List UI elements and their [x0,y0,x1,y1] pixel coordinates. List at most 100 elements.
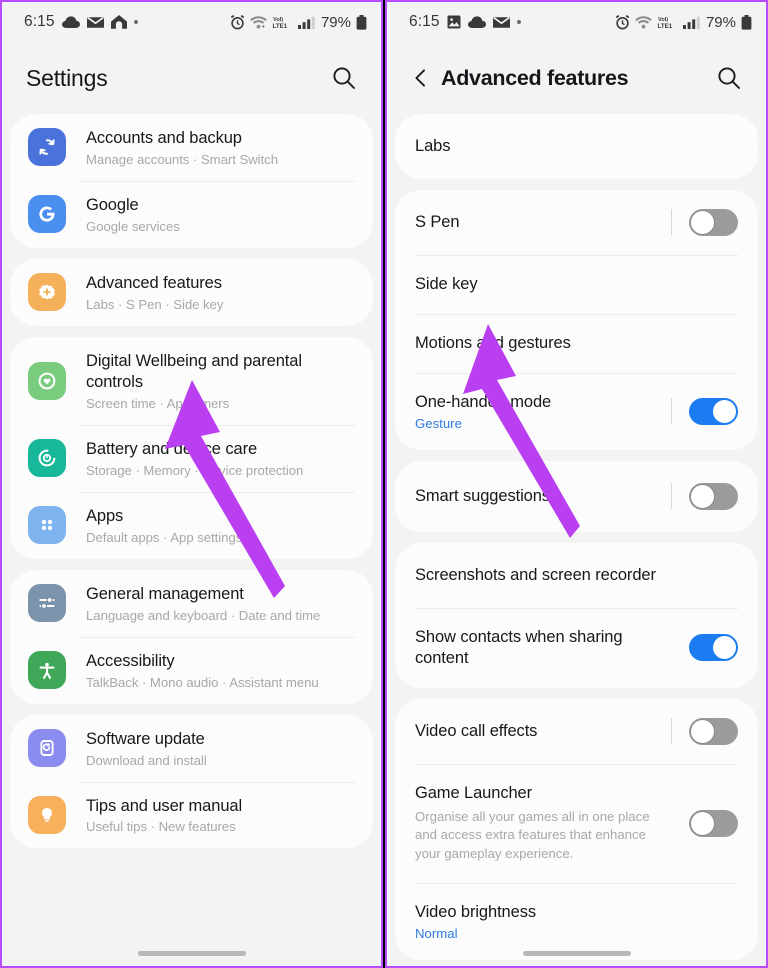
chevron-left-icon[interactable] [401,58,441,98]
search-icon[interactable] [325,59,363,97]
feature-row-show-contacts-when-sharing-content[interactable]: Show contacts when sharing content [395,607,758,688]
row-texts: One-handed mode Gesture [415,392,659,431]
row-texts: Advanced features Labs · S Pen · Side ke… [86,273,355,312]
feature-row-screenshots-and-screen-recorder[interactable]: Screenshots and screen recorder [395,543,758,608]
row-texts: Software update Download and install [86,729,355,768]
settings-group: Software update Download and install Tip… [10,714,373,849]
settings-row-software-update[interactable]: Software update Download and install [10,715,373,782]
battery-icon [356,14,367,30]
dot-icon [516,20,521,24]
toggle-wrap [689,809,738,837]
toggle-video-call-effects[interactable] [689,717,738,745]
row-texts: Labs [415,136,738,157]
feature-group: Smart suggestions [395,460,758,532]
settings-row-digital-wellbeing[interactable]: Digital Wellbeing and parental controls … [10,337,373,425]
toggle-knob [712,635,737,661]
row-description: Organise all your games all in one place… [415,808,650,862]
status-bar-left-group: 6:15 [24,13,138,31]
row-title: Smart suggestions [415,486,550,505]
row-texts: Accounts and backup Manage accounts · Sm… [86,128,355,167]
accessibility-icon [28,651,66,690]
feature-row-s-pen[interactable]: S Pen [395,190,758,255]
toggle-knob [690,718,715,744]
svg-text:LTE1: LTE1 [272,23,287,30]
row-subtitle: TalkBack · Mono audio · Assistant menu [86,674,319,690]
toggle-divider [671,483,672,510]
feature-row-one-handed-mode[interactable]: One-handed mode Gesture [395,372,758,450]
battery-percent: 79% [705,13,736,31]
settings-row-battery-and-device-care[interactable]: Battery and device care Storage · Memory… [10,424,373,492]
feature-row-video-call-effects[interactable]: Video call effects [395,699,758,764]
settings-row-advanced-features[interactable]: Advanced features Labs · S Pen · Side ke… [10,259,373,326]
row-title: S Pen [415,212,460,231]
feature-group: S Pen Side key Motions and gestures One-… [395,189,758,450]
mail-icon [86,16,104,29]
toggle-one-handed-mode[interactable] [689,397,738,425]
signal-bars-icon [682,16,700,29]
wifi-icon: + [250,15,267,29]
row-texts: Show contacts when sharing content [415,627,677,669]
row-subtitle: Normal [415,925,458,941]
settings-group: Advanced features Labs · S Pen · Side ke… [10,258,373,326]
mail-icon [492,16,510,29]
feature-row-smart-suggestions[interactable]: Smart suggestions [395,461,758,532]
row-title: Screenshots and screen recorder [415,565,656,584]
row-title: One-handed mode [415,392,552,411]
row-title: Game Launcher [415,783,533,802]
settings-row-accounts-and-backup[interactable]: Accounts and backup Manage accounts · Sm… [10,114,373,181]
software-update-icon [28,729,66,768]
battery-percent: 79% [320,13,351,31]
row-texts: General management Language and keyboard… [86,584,355,623]
sliders-icon [28,584,66,623]
google-g-icon [28,195,66,234]
home-indicator[interactable] [387,951,766,956]
volte-icon: VoI) LTE1 [272,15,293,30]
feature-row-motions-and-gestures[interactable]: Motions and gestures [395,313,758,373]
toggle-smart-suggestions[interactable] [689,482,738,510]
home-indicator[interactable] [2,951,381,956]
cloud-icon [467,15,486,29]
toggle-game-launcher[interactable] [689,809,738,837]
row-subtitle: Google services [86,218,180,234]
status-bar-left-group: 6:15 [409,13,521,31]
status-bar-right: 6:15 VoI) LTE1 79% [387,2,766,42]
feature-row-video-brightness[interactable]: Video brightness Normal [395,882,758,960]
feature-row-side-key[interactable]: Side key [395,254,758,314]
row-subtitle: Default apps · App settings [86,529,243,545]
feature-row-labs[interactable]: Labs [395,114,758,179]
search-icon[interactable] [710,59,748,97]
alarm-icon [615,14,630,30]
row-title: Motions and gestures [415,333,571,352]
row-texts: Game Launcher Organise all your games al… [415,783,677,864]
wifi-icon [635,15,652,29]
toggle-knob [712,398,737,424]
right-header: Advanced features [387,42,766,114]
settings-row-google[interactable]: Google Google services [10,180,373,248]
row-title: Video brightness [415,902,537,921]
volte-icon: VoI) LTE1 [657,15,678,30]
row-title: Google [86,195,139,214]
row-title: Apps [86,506,124,525]
advanced-features-list[interactable]: Labs S Pen Side key Motions and gestures… [387,114,766,966]
row-texts: Video call effects [415,721,659,742]
toggle-s-pen[interactable] [689,208,738,236]
feature-row-game-launcher[interactable]: Game Launcher Organise all your games al… [395,763,758,883]
row-texts: Google Google services [86,195,355,234]
settings-row-apps[interactable]: Apps Default apps · App settings [10,491,373,559]
settings-group: Accounts and backup Manage accounts · Sm… [10,114,373,248]
settings-row-accessibility[interactable]: Accessibility TalkBack · Mono audio · As… [10,636,373,704]
toggle-show-contacts[interactable] [689,634,738,662]
status-time: 6:15 [409,13,440,30]
feature-group: Video call effects Game Launcher Organis… [395,698,758,960]
row-title: Video call effects [415,721,538,740]
row-texts: Apps Default apps · App settings [86,506,355,545]
settings-group: General management Language and keyboard… [10,569,373,704]
left-settings-list[interactable]: Accounts and backup Manage accounts · Sm… [2,114,381,966]
status-bar-right-group: + VoI) LTE1 79% [230,14,367,31]
sync-icon [28,128,66,167]
alarm-icon [230,14,245,30]
settings-row-tips-and-user-manual[interactable]: Tips and user manual Useful tips · New f… [10,781,373,849]
settings-row-general-management[interactable]: General management Language and keyboard… [10,570,373,637]
row-subtitle: Labs · S Pen · Side key [86,296,224,312]
row-title: General management [86,584,244,603]
